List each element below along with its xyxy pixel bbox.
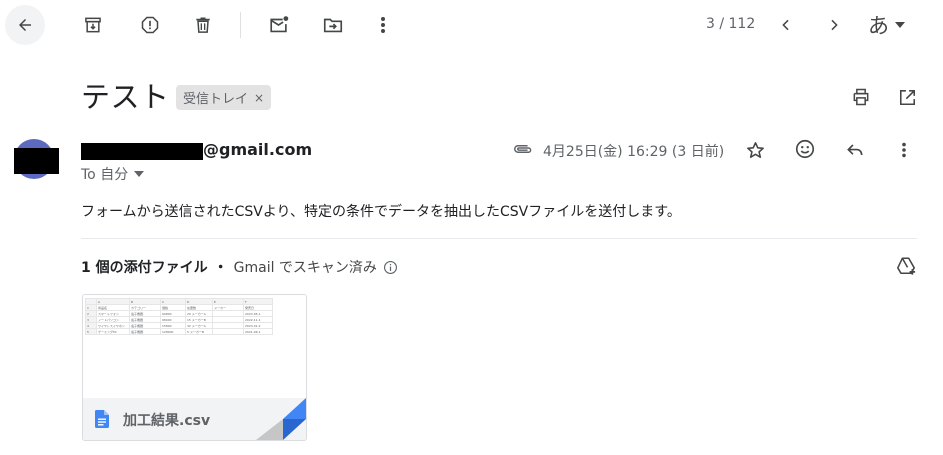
spreadsheet-cell <box>212 328 244 335</box>
printer-icon <box>853 88 869 106</box>
add-reaction-button[interactable] <box>793 137 817 161</box>
more-vert-icon <box>381 17 385 33</box>
more-vert-icon <box>902 142 906 158</box>
archive-button[interactable] <box>80 12 106 38</box>
emoji-icon <box>795 139 815 159</box>
attachment-indicator <box>511 140 535 158</box>
open-in-new-icon <box>899 89 915 105</box>
input-tools-button[interactable]: あ <box>868 10 905 40</box>
report-spam-button[interactable] <box>137 12 163 38</box>
avatar-redaction <box>14 148 59 174</box>
newer-button[interactable] <box>774 12 798 38</box>
spreadsheet-cell: 2021-06-1 <box>243 328 273 335</box>
attachments-separator: ・ <box>213 260 228 276</box>
paperclip-icon <box>514 145 532 153</box>
toolbar-divider <box>240 12 241 38</box>
caret-down-icon <box>895 22 905 28</box>
spreadsheet-cell: 電子機器 <box>129 328 161 335</box>
spreadsheet-cell: 128000 <box>160 328 186 335</box>
arrow-left-icon <box>19 19 31 31</box>
info-icon[interactable] <box>383 260 398 275</box>
move-to-icon <box>323 18 343 33</box>
add-to-drive-button[interactable] <box>893 254 919 278</box>
open-in-new-window-button[interactable] <box>894 84 920 110</box>
spreadsheet-cell: ゲーミングPC <box>96 328 130 335</box>
spreadsheet-cell: 5 <box>85 328 97 335</box>
attachment-file-name: 加工結果.csv <box>123 413 211 429</box>
back-button[interactable] <box>5 5 45 45</box>
spreadsheet-row: 5 ゲーミングPC 電子機器 128000 5 メーカーB 2021-06-1 <box>85 328 273 335</box>
message-more-button[interactable] <box>894 138 914 162</box>
inbox-label-text: 受信トレイ <box>183 92 249 107</box>
trash-icon <box>196 17 210 33</box>
more-actions-button[interactable] <box>372 12 394 38</box>
reply-icon <box>847 144 863 156</box>
attachment-footer: 加工結果.csv <box>83 398 306 440</box>
chevron-left-icon <box>782 19 789 31</box>
delete-button[interactable] <box>190 12 216 38</box>
print-button[interactable] <box>848 84 874 110</box>
reply-button[interactable] <box>843 138 867 162</box>
message-body: フォームから送信されたCSVより、特定の条件でデータを抽出したCSVファイルを送… <box>81 204 681 220</box>
recipient-label: To 自分 <box>81 167 129 183</box>
attachments-header: 1 個の添付ファイル ・ Gmail でスキャン済み <box>81 257 398 277</box>
star-button[interactable] <box>743 138 767 162</box>
spreadsheet-cell: 5 メーカーB <box>185 328 213 335</box>
inbox-label-chip[interactable]: 受信トレイ × <box>176 85 272 110</box>
pagination-count: 3 / 112 <box>706 16 756 32</box>
attachments-divider <box>81 238 917 239</box>
email-subject: テスト <box>81 80 170 114</box>
input-method-label: あ <box>868 14 889 38</box>
attachments-scan-note: Gmail でスキャン済み <box>233 260 377 276</box>
attachments-count: 1 個の添付ファイル <box>81 260 208 276</box>
add-to-drive-icon <box>897 257 916 275</box>
sender-name-redaction <box>81 143 203 160</box>
report-spam-icon <box>141 16 159 34</box>
remove-label-icon[interactable]: × <box>254 91 264 105</box>
star-icon <box>746 141 764 158</box>
sender-email[interactable]: @gmail.com <box>203 140 312 159</box>
recipient-details-toggle[interactable]: To 自分 <box>81 164 145 184</box>
older-button[interactable] <box>822 12 846 38</box>
chevron-right-icon <box>831 19 838 31</box>
message-date: 4月25日(金) 16:29 (3 日前) <box>543 144 725 160</box>
mark-unread-button[interactable] <box>266 12 292 38</box>
folded-corner-icon <box>256 398 306 440</box>
spreadsheet-preview: A B C D E F 1 商品名 カテゴリー 価格 在庫数 メーカー 発売日 2 スマートフォン 電子機器 6… <box>85 298 273 335</box>
archive-icon <box>85 17 101 33</box>
caret-down-icon <box>134 171 145 177</box>
spreadsheet-preview-body: A B C D E F 1 商品名 カテゴリー 価格 在庫数 メーカー 発売日 2 スマートフォン 電子機器 6… <box>85 298 273 335</box>
document-icon <box>95 410 109 428</box>
move-to-button[interactable] <box>320 12 346 38</box>
attachment-preview[interactable]: A B C D E F 1 商品名 カテゴリー 価格 在庫数 メーカー 発売日 2 スマートフォン 電子機器 6… <box>83 295 306 398</box>
mark-unread-icon <box>270 16 289 33</box>
attachment-card[interactable]: A B C D E F 1 商品名 カテゴリー 価格 在庫数 メーカー 発売日 2 スマートフォン 電子機器 6… <box>82 294 307 441</box>
